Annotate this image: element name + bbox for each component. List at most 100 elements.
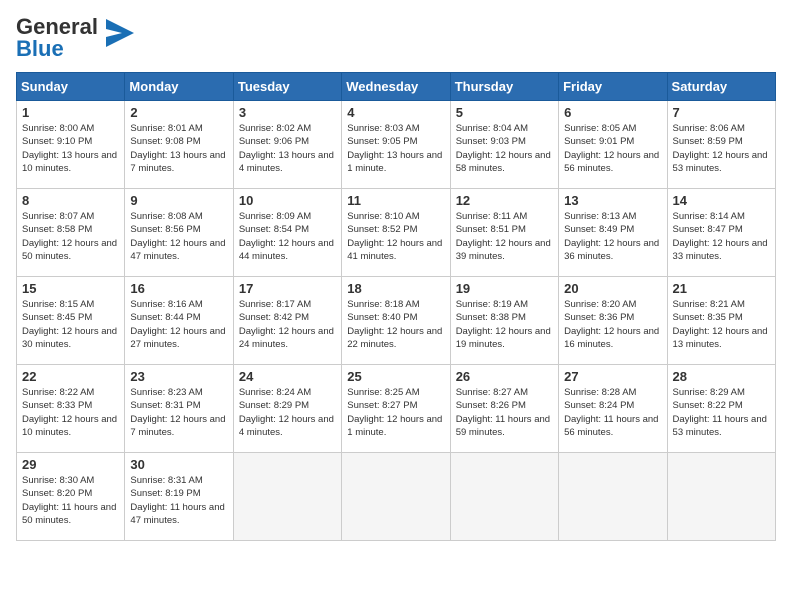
- calendar-cell: [450, 453, 558, 541]
- day-number: 30: [130, 457, 227, 472]
- day-number: 25: [347, 369, 444, 384]
- calendar-week-row: 15 Sunrise: 8:15 AMSunset: 8:45 PMDayligh…: [17, 277, 776, 365]
- cell-info: Sunrise: 8:05 AMSunset: 9:01 PMDaylight:…: [564, 122, 661, 175]
- cell-info: Sunrise: 8:31 AMSunset: 8:19 PMDaylight:…: [130, 474, 227, 527]
- cell-info: Sunrise: 8:29 AMSunset: 8:22 PMDaylight:…: [673, 386, 770, 439]
- day-of-week-header: Monday: [125, 73, 233, 101]
- calendar-cell: 19Sunrise: 8:19 AMSunset: 8:38 PMDayligh…: [450, 277, 558, 365]
- cell-info: Sunrise: 8:02 AMSunset: 9:06 PMDaylight:…: [239, 122, 336, 175]
- calendar-cell: 28 Sunrise: 8:29 AMSunset: 8:22 PMDayligh…: [667, 365, 775, 453]
- calendar-cell: [667, 453, 775, 541]
- cell-info: Sunrise: 8:11 AMSunset: 8:51 PMDaylight:…: [456, 210, 553, 263]
- calendar-cell: 4 Sunrise: 8:03 AMSunset: 9:05 PMDaylight…: [342, 101, 450, 189]
- calendar-cell: 30 Sunrise: 8:31 AMSunset: 8:19 PMDayligh…: [125, 453, 233, 541]
- calendar-cell: 14Sunrise: 8:14 AMSunset: 8:47 PMDayligh…: [667, 189, 775, 277]
- calendar-cell: 25 Sunrise: 8:25 AMSunset: 8:27 PMDayligh…: [342, 365, 450, 453]
- cell-info: Sunrise: 8:16 AMSunset: 8:44 PMDaylight:…: [130, 298, 227, 351]
- calendar-cell: 20Sunrise: 8:20 AMSunset: 8:36 PMDayligh…: [559, 277, 667, 365]
- day-number: 10: [239, 193, 336, 208]
- day-number: 3: [239, 105, 336, 120]
- cell-info: Sunrise: 8:15 AMSunset: 8:45 PMDaylight:…: [22, 298, 119, 351]
- calendar-week-row: 22 Sunrise: 8:22 AMSunset: 8:33 PMDayligh…: [17, 365, 776, 453]
- cell-info: Sunrise: 8:06 AMSunset: 8:59 PMDaylight:…: [673, 122, 770, 175]
- calendar-cell: 12 Sunrise: 8:11 AMSunset: 8:51 PMDayligh…: [450, 189, 558, 277]
- calendar-cell: 18 Sunrise: 8:18 AMSunset: 8:40 PMDayligh…: [342, 277, 450, 365]
- calendar-cell: [559, 453, 667, 541]
- cell-info: Sunrise: 8:03 AMSunset: 9:05 PMDaylight:…: [347, 122, 444, 175]
- day-number: 15: [22, 281, 119, 296]
- cell-info: Sunrise: 8:07 AMSunset: 8:58 PMDaylight:…: [22, 210, 119, 263]
- calendar-cell: 23Sunrise: 8:23 AMSunset: 8:31 PMDayligh…: [125, 365, 233, 453]
- calendar-cell: 7 Sunrise: 8:06 AMSunset: 8:59 PMDaylight…: [667, 101, 775, 189]
- calendar-cell: [342, 453, 450, 541]
- cell-info: Sunrise: 8:25 AMSunset: 8:27 PMDaylight:…: [347, 386, 444, 439]
- day-number: 23: [130, 369, 227, 384]
- cell-info: Sunrise: 8:01 AMSunset: 9:08 PMDaylight:…: [130, 122, 227, 175]
- calendar-table: SundayMondayTuesdayWednesdayThursdayFrid…: [16, 72, 776, 541]
- day-number: 29: [22, 457, 119, 472]
- logo-blue: Blue: [16, 36, 64, 61]
- calendar-week-row: 1Sunrise: 8:00 AMSunset: 9:10 PMDaylight…: [17, 101, 776, 189]
- day-of-week-header: Thursday: [450, 73, 558, 101]
- cell-info: Sunrise: 8:18 AMSunset: 8:40 PMDaylight:…: [347, 298, 444, 351]
- cell-info: Sunrise: 8:24 AMSunset: 8:29 PMDaylight:…: [239, 386, 336, 439]
- calendar-cell: 6 Sunrise: 8:05 AMSunset: 9:01 PMDaylight…: [559, 101, 667, 189]
- calendar-cell: 5Sunrise: 8:04 AMSunset: 9:03 PMDaylight…: [450, 101, 558, 189]
- day-number: 9: [130, 193, 227, 208]
- day-of-week-header: Saturday: [667, 73, 775, 101]
- day-of-week-header: Friday: [559, 73, 667, 101]
- calendar-cell: 17 Sunrise: 8:17 AMSunset: 8:42 PMDayligh…: [233, 277, 341, 365]
- day-number: 16: [130, 281, 227, 296]
- calendar-cell: 16 Sunrise: 8:16 AMSunset: 8:44 PMDayligh…: [125, 277, 233, 365]
- cell-info: Sunrise: 8:30 AMSunset: 8:20 PMDaylight:…: [22, 474, 119, 527]
- cell-info: Sunrise: 8:28 AMSunset: 8:24 PMDaylight:…: [564, 386, 661, 439]
- calendar-cell: 27Sunrise: 8:28 AMSunset: 8:24 PMDayligh…: [559, 365, 667, 453]
- calendar-cell: 2Sunrise: 8:01 AMSunset: 9:08 PMDaylight…: [125, 101, 233, 189]
- cell-info: Sunrise: 8:00 AMSunset: 9:10 PMDaylight:…: [22, 122, 119, 175]
- day-number: 17: [239, 281, 336, 296]
- calendar-cell: 15 Sunrise: 8:15 AMSunset: 8:45 PMDayligh…: [17, 277, 125, 365]
- cell-info: Sunrise: 8:14 AMSunset: 8:47 PMDaylight:…: [673, 210, 770, 263]
- cell-info: Sunrise: 8:08 AMSunset: 8:56 PMDaylight:…: [130, 210, 227, 263]
- day-number: 7: [673, 105, 770, 120]
- day-number: 18: [347, 281, 444, 296]
- logo-arrow-icon: [102, 19, 134, 47]
- day-number: 6: [564, 105, 661, 120]
- calendar-header-row: SundayMondayTuesdayWednesdayThursdayFrid…: [17, 73, 776, 101]
- day-number: 22: [22, 369, 119, 384]
- day-number: 12: [456, 193, 553, 208]
- calendar-cell: 24 Sunrise: 8:24 AMSunset: 8:29 PMDayligh…: [233, 365, 341, 453]
- day-of-week-header: Tuesday: [233, 73, 341, 101]
- cell-info: Sunrise: 8:19 AMSunset: 8:38 PMDaylight:…: [456, 298, 553, 351]
- day-number: 11: [347, 193, 444, 208]
- day-number: 4: [347, 105, 444, 120]
- calendar-cell: 22 Sunrise: 8:22 AMSunset: 8:33 PMDayligh…: [17, 365, 125, 453]
- day-of-week-header: Sunday: [17, 73, 125, 101]
- calendar-week-row: 8Sunrise: 8:07 AMSunset: 8:58 PMDaylight…: [17, 189, 776, 277]
- cell-info: Sunrise: 8:04 AMSunset: 9:03 PMDaylight:…: [456, 122, 553, 175]
- calendar-cell: 9 Sunrise: 8:08 AMSunset: 8:56 PMDaylight…: [125, 189, 233, 277]
- day-number: 28: [673, 369, 770, 384]
- calendar-cell: 3 Sunrise: 8:02 AMSunset: 9:06 PMDaylight…: [233, 101, 341, 189]
- calendar-cell: 11 Sunrise: 8:10 AMSunset: 8:52 PMDayligh…: [342, 189, 450, 277]
- cell-info: Sunrise: 8:21 AMSunset: 8:35 PMDaylight:…: [673, 298, 770, 351]
- calendar-cell: 13 Sunrise: 8:13 AMSunset: 8:49 PMDayligh…: [559, 189, 667, 277]
- calendar-cell: 8Sunrise: 8:07 AMSunset: 8:58 PMDaylight…: [17, 189, 125, 277]
- day-number: 13: [564, 193, 661, 208]
- day-of-week-header: Wednesday: [342, 73, 450, 101]
- calendar-cell: 26Sunrise: 8:27 AMSunset: 8:26 PMDayligh…: [450, 365, 558, 453]
- cell-info: Sunrise: 8:22 AMSunset: 8:33 PMDaylight:…: [22, 386, 119, 439]
- cell-info: Sunrise: 8:10 AMSunset: 8:52 PMDaylight:…: [347, 210, 444, 263]
- page-header: General Blue: [16, 16, 776, 60]
- day-number: 21: [673, 281, 770, 296]
- logo: General Blue: [16, 16, 134, 60]
- cell-info: Sunrise: 8:13 AMSunset: 8:49 PMDaylight:…: [564, 210, 661, 263]
- day-number: 20: [564, 281, 661, 296]
- day-number: 26: [456, 369, 553, 384]
- cell-info: Sunrise: 8:17 AMSunset: 8:42 PMDaylight:…: [239, 298, 336, 351]
- calendar-cell: 29 Sunrise: 8:30 AMSunset: 8:20 PMDayligh…: [17, 453, 125, 541]
- calendar-cell: 1Sunrise: 8:00 AMSunset: 9:10 PMDaylight…: [17, 101, 125, 189]
- logo-text: General Blue: [16, 16, 98, 60]
- cell-info: Sunrise: 8:09 AMSunset: 8:54 PMDaylight:…: [239, 210, 336, 263]
- day-number: 24: [239, 369, 336, 384]
